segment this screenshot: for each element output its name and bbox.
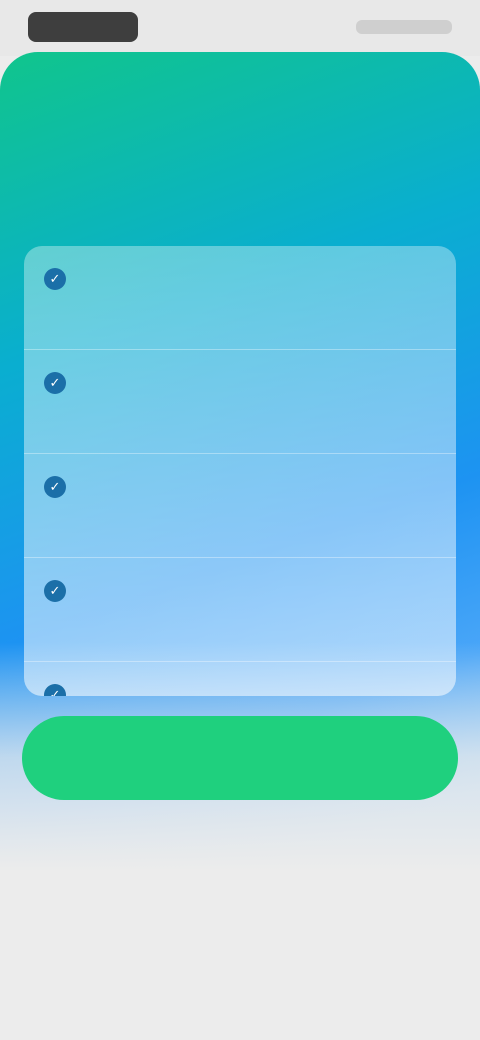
check-icon: ✓: [44, 580, 66, 602]
check-icon: ✓: [44, 476, 66, 498]
feature-item: ✓: [24, 662, 456, 696]
feature-item: ✓: [24, 350, 456, 454]
check-icon: ✓: [44, 684, 66, 696]
feature-item: ✓: [24, 246, 456, 350]
feature-item: ✓: [24, 454, 456, 558]
feature-item: ✓: [24, 558, 456, 662]
check-icon: ✓: [44, 372, 66, 394]
status-time: [28, 12, 138, 42]
continue-button[interactable]: [22, 716, 458, 800]
status-indicators: [356, 20, 452, 34]
status-bar: [0, 0, 480, 56]
feature-list: ✓ ✓ ✓ ✓ ✓: [24, 246, 456, 696]
check-icon: ✓: [44, 268, 66, 290]
